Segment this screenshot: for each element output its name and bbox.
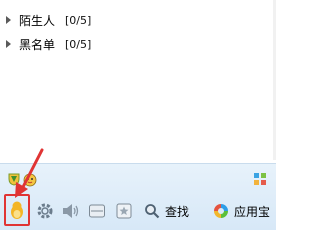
grid-icon[interactable] [253, 172, 267, 186]
main-toolbar: 查找 应用宝 [0, 194, 276, 228]
search-label: 查找 [165, 204, 190, 219]
app-box-icon [214, 204, 228, 218]
group-online-count: [0/5] [65, 13, 92, 27]
group-online-count: [0/5] [65, 37, 92, 51]
app-box-label: 应用宝 [234, 204, 271, 219]
plugin-row [0, 166, 276, 188]
speaker-icon [63, 204, 79, 218]
bottom-bar: 查找 应用宝 [0, 163, 276, 230]
sound-button[interactable] [61, 200, 81, 222]
contact-panel: 陌生人 [0/5] 黑名单 [0/5] 查找 应用宝 [0, 0, 276, 230]
pet-icon[interactable] [22, 171, 38, 187]
gear-icon [37, 203, 53, 219]
message-manager-icon [89, 204, 105, 218]
favorites-button[interactable] [115, 200, 133, 222]
main-menu-button[interactable] [4, 194, 30, 226]
message-manager-button[interactable] [88, 200, 106, 222]
group-name: 陌生人 [19, 13, 56, 28]
shield-icon[interactable] [7, 172, 21, 186]
search-button[interactable]: 查找 [144, 200, 189, 222]
group-row-blacklist[interactable]: 黑名单 [0/5] [6, 35, 91, 53]
group-row-strangers[interactable]: 陌生人 [0/5] [6, 11, 91, 29]
star-icon [116, 203, 132, 219]
expand-arrow-icon[interactable] [6, 16, 11, 24]
search-icon [145, 204, 160, 219]
scrollbar-track[interactable] [273, 0, 276, 160]
expand-arrow-icon[interactable] [6, 40, 11, 48]
settings-button[interactable] [36, 200, 54, 222]
group-name: 黑名单 [19, 37, 56, 52]
app-box-button[interactable]: 应用宝 [212, 200, 270, 222]
penguin-icon [11, 201, 23, 219]
